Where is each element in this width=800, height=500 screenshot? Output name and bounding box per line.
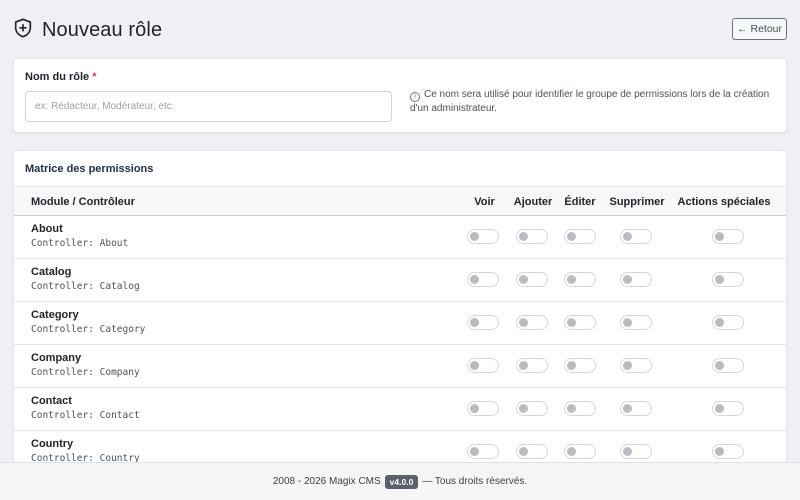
column-header-delete: Supprimer	[609, 196, 665, 208]
title-group: Nouveau rôle	[12, 17, 162, 44]
toggle-edit[interactable]	[564, 444, 596, 459]
toggle-add[interactable]	[516, 358, 548, 373]
column-header-edit: Éditer	[564, 196, 596, 208]
toggle-special[interactable]	[712, 315, 744, 330]
table-row: Category Controller: Category	[14, 302, 786, 345]
toggle-add[interactable]	[516, 272, 548, 287]
toggle-delete[interactable]	[620, 358, 652, 373]
toggle-add[interactable]	[516, 315, 548, 330]
toggle-add[interactable]	[516, 401, 548, 416]
column-header-add: Ajouter	[513, 196, 553, 208]
toggle-special[interactable]	[712, 229, 744, 244]
toggle-view[interactable]	[467, 229, 499, 244]
toggle-edit[interactable]	[564, 358, 596, 373]
column-header-view: Voir	[474, 196, 495, 208]
toggle-edit[interactable]	[564, 272, 596, 287]
permissions-matrix-card: Matrice des permissions Module / Contrôl…	[13, 150, 787, 480]
back-button[interactable]: ← Retour	[732, 18, 787, 40]
toggle-special[interactable]	[712, 401, 744, 416]
toggle-view[interactable]	[467, 444, 499, 459]
module-name: About	[31, 223, 63, 235]
page-title: Nouveau rôle	[42, 19, 163, 41]
shield-plus-icon	[12, 17, 34, 44]
toggle-edit[interactable]	[564, 315, 596, 330]
required-mark: *	[92, 71, 97, 83]
page-header: Nouveau rôle ← Retour	[0, 0, 800, 58]
role-name-card: Nom du rôle * iCe nom sera utilisé pour …	[13, 58, 787, 133]
module-name: Catalog	[31, 266, 72, 278]
toggle-delete[interactable]	[620, 272, 652, 287]
table-row: Contact Controller: Contact	[14, 388, 786, 431]
matrix-header-row: Module / Contrôleur Voir Ajouter Éditer …	[14, 186, 786, 216]
toggle-delete[interactable]	[620, 401, 652, 416]
info-circle-icon: i	[410, 92, 420, 102]
toggle-special[interactable]	[712, 358, 744, 373]
toggle-add[interactable]	[516, 229, 548, 244]
table-row: Company Controller: Company	[14, 345, 786, 388]
page-footer: 2008 - 2026 Magix CMS v4.0.0 — Tous droi…	[0, 462, 800, 500]
module-name: Company	[31, 352, 82, 364]
footer-copyright: 2008 - 2026 Magix CMS	[272, 476, 381, 487]
module-name: Category	[31, 309, 79, 321]
column-header-module: Module / Contrôleur	[31, 196, 135, 208]
role-name-label: Nom du rôle *	[25, 71, 97, 83]
toggle-edit[interactable]	[564, 401, 596, 416]
toggle-view[interactable]	[467, 272, 499, 287]
module-name: Country	[31, 438, 74, 450]
toggle-special[interactable]	[712, 272, 744, 287]
toggle-view[interactable]	[467, 358, 499, 373]
toggle-delete[interactable]	[620, 229, 652, 244]
table-row: Catalog Controller: Catalog	[14, 259, 786, 302]
module-controller: Controller: Category	[31, 324, 146, 335]
module-controller: Controller: Contact	[31, 410, 140, 421]
matrix-title: Matrice des permissions	[25, 163, 154, 175]
module-controller: Controller: Company	[31, 367, 140, 378]
toggle-view[interactable]	[467, 401, 499, 416]
toggle-delete[interactable]	[620, 315, 652, 330]
module-controller: Controller: About	[31, 238, 129, 249]
module-name: Contact	[31, 395, 72, 407]
module-controller: Controller: Catalog	[31, 281, 140, 292]
toggle-special[interactable]	[712, 444, 744, 459]
back-button-label: Retour	[750, 23, 782, 35]
table-row: About Controller: About	[14, 216, 786, 259]
version-badge: v4.0.0	[384, 474, 419, 489]
role-name-help: i Ce nom sera utilisé pour identifier le …	[410, 89, 770, 114]
role-name-input[interactable]	[25, 91, 392, 122]
arrow-left-icon: ←	[736, 23, 748, 35]
footer-rights: — Tous droits réservés.	[422, 476, 528, 487]
column-header-special: Actions spéciales	[677, 196, 771, 208]
toggle-add[interactable]	[516, 444, 548, 459]
toggle-delete[interactable]	[620, 444, 652, 459]
toggle-edit[interactable]	[564, 229, 596, 244]
toggle-view[interactable]	[467, 315, 499, 330]
